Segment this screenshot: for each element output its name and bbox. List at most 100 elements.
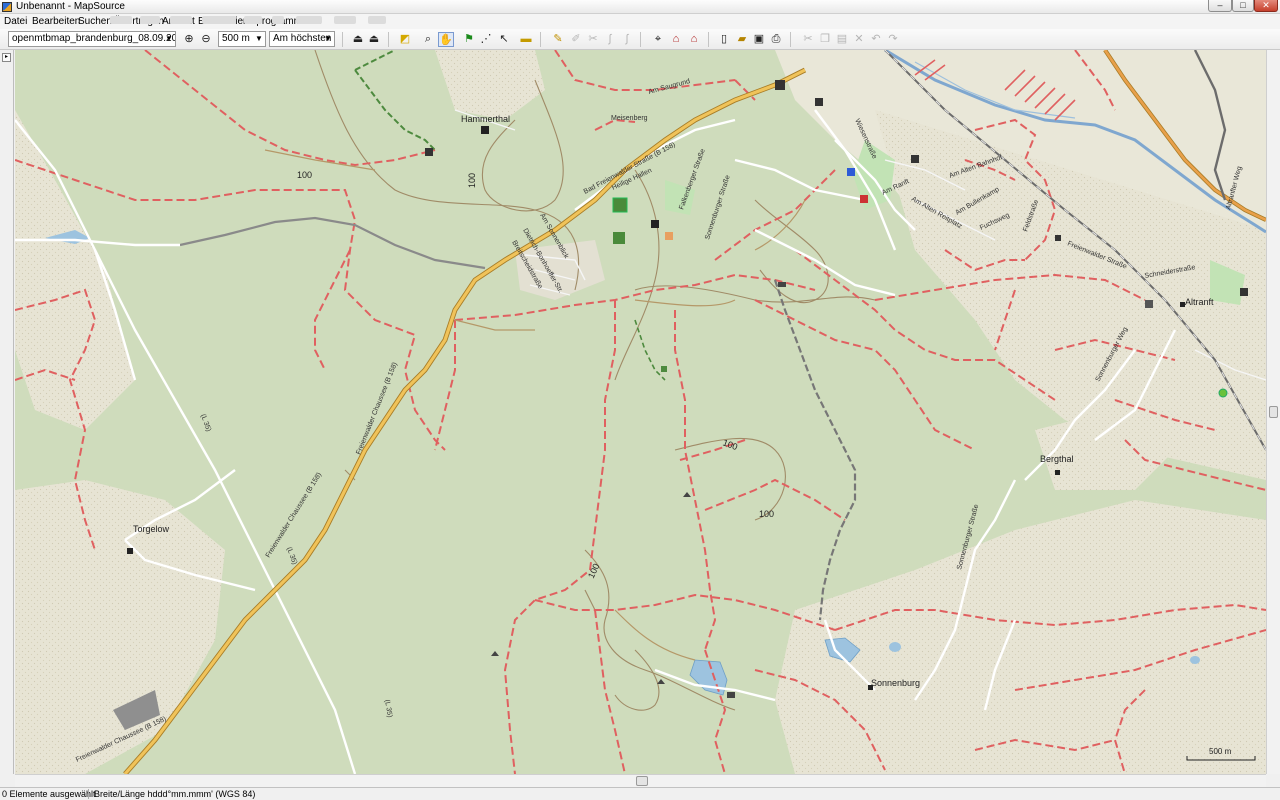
delete-icon[interactable]: ✕ (851, 32, 867, 47)
poi-icon[interactable] (1055, 235, 1061, 241)
vertical-scroll-thumb[interactable] (1269, 406, 1278, 418)
paste-icon[interactable]: ▤ (834, 32, 850, 47)
poi-icon[interactable] (847, 168, 855, 176)
chevron-down-icon: ▼ (165, 34, 173, 43)
menu-bar: Datei Bearbeiten Suchen Übertragen Ansic… (0, 14, 1280, 29)
poi-icon[interactable] (1145, 300, 1153, 308)
hand-tool-icon[interactable]: ✋ (438, 32, 454, 47)
redo-icon[interactable]: ↷ (885, 32, 901, 47)
find-icon[interactable]: ⌖ (650, 32, 666, 47)
place-label-altranft[interactable]: Altranft (1185, 297, 1214, 307)
vertical-scrollbar[interactable] (1266, 50, 1280, 774)
poi-icon[interactable] (1218, 388, 1228, 398)
toolbar-separator (540, 32, 541, 47)
track-join-icon[interactable]: ∫ (602, 32, 618, 47)
status-coord-format: Breite/Länge hddd°mm.mmm' (WGS 84) (94, 789, 256, 799)
place-label-bergthal[interactable]: Bergthal (1040, 454, 1074, 464)
poi-icon[interactable] (727, 692, 735, 698)
street-label: Meisenberg (611, 115, 648, 122)
status-divider (88, 789, 89, 799)
title-bar: Unbenannt - MapSource – □ ✕ (0, 0, 1280, 14)
pond (1190, 656, 1200, 664)
new-icon[interactable]: ▯ (716, 32, 732, 47)
zoom-out-icon[interactable]: ⊖ (198, 32, 214, 47)
poi-icon[interactable] (651, 220, 659, 228)
poi-icon[interactable] (860, 195, 868, 203)
toolbar-separator (708, 32, 709, 47)
ghost-menu-entry (110, 16, 132, 24)
map-product-value: openmtbmap_brandenburg_08.09.2012 (12, 33, 176, 44)
ghost-menu-entry (202, 16, 236, 24)
poi-icon[interactable] (911, 155, 919, 163)
close-button[interactable]: ✕ (1254, 0, 1278, 12)
status-selection: 0 Elemente ausgewählt (2, 789, 96, 799)
selection-tool-icon[interactable]: ↖ (496, 32, 512, 47)
toolbar-separator (640, 32, 641, 47)
track-filter-icon[interactable]: ∫ (619, 32, 635, 47)
poi-icon[interactable] (613, 232, 625, 244)
ghost-menu-entry (272, 16, 284, 24)
track-draw-icon[interactable]: ✎ (550, 32, 566, 47)
poi-icon[interactable] (127, 548, 133, 554)
map-product-select[interactable]: openmtbmap_brandenburg_08.09.2012 ▼ (8, 31, 176, 47)
print-icon[interactable]: ⎙ (768, 32, 784, 47)
poi-icon[interactable] (815, 98, 823, 106)
menu-suchen[interactable]: Suchen (78, 15, 112, 28)
map-select-icon[interactable]: ◩ (397, 32, 413, 47)
chevron-down-icon: ▼ (324, 34, 332, 43)
contour-label: 100 (467, 173, 477, 188)
toolbar: openmtbmap_brandenburg_08.09.2012 ▼ ⊕ ⊖ … (0, 29, 1280, 50)
ghost-menu-entry (296, 16, 322, 24)
toolbar-separator (388, 32, 389, 47)
poi-icon[interactable] (612, 197, 628, 213)
status-bar: 0 Elemente ausgewählt Breite/Länge hddd°… (0, 787, 1280, 800)
find-places-icon[interactable]: ⌂ (668, 32, 684, 47)
open-icon[interactable]: ▰ (734, 32, 750, 47)
expand-panel-icon[interactable]: ▸ (2, 53, 11, 62)
waypoint-tool-icon[interactable]: ⚑ (461, 32, 477, 47)
maximize-button[interactable]: □ (1232, 0, 1254, 12)
mapsource-app-icon[interactable] (2, 2, 12, 12)
poi-icon[interactable] (665, 232, 673, 240)
ghost-menu-entry (140, 16, 160, 24)
topo-map: Hammerthal Torgelow Bergthal Sonnenburg … (15, 50, 1266, 774)
receive-from-device-icon[interactable]: ⏏ (350, 32, 366, 47)
place-label-sonnenburg[interactable]: Sonnenburg (871, 678, 920, 688)
horizontal-scrollbar[interactable] (15, 774, 1266, 787)
copy-icon[interactable]: ❐ (817, 32, 833, 47)
find-nearest-icon[interactable]: ⌂ (686, 32, 702, 47)
save-icon[interactable]: ▣ (751, 32, 767, 47)
measure-icon[interactable]: ▬ (518, 32, 534, 47)
ghost-menu-entry (368, 16, 386, 24)
zoom-scale-select[interactable]: 500 m ▼ (218, 31, 266, 47)
menu-datei[interactable]: Datei (4, 15, 27, 28)
hut-icon[interactable] (481, 126, 489, 134)
map-view[interactable]: Hammerthal Torgelow Bergthal Sonnenburg … (15, 50, 1266, 774)
place-label-torgelow[interactable]: Torgelow (133, 524, 170, 534)
track-divide-icon[interactable]: ✂ (585, 32, 601, 47)
pond (889, 642, 901, 652)
zoom-tool-icon[interactable]: ⌕ (420, 32, 436, 47)
poi-icon[interactable] (1240, 288, 1248, 296)
poi-icon[interactable] (425, 148, 433, 156)
undo-icon[interactable]: ↶ (868, 32, 884, 47)
minimize-button[interactable]: – (1208, 0, 1232, 12)
contour-label: 100 (297, 170, 312, 180)
place-label-hammerthal[interactable]: Hammerthal (461, 114, 510, 124)
menu-bearbeiten[interactable]: Bearbeiten (32, 15, 80, 28)
collapsed-side-panel: ▸ (0, 50, 14, 774)
poi-icon[interactable] (661, 366, 667, 372)
horizontal-scroll-thumb[interactable] (636, 776, 648, 786)
route-tool-icon[interactable]: ⋰ (478, 32, 494, 47)
zoom-scale-value: 500 m (222, 33, 250, 44)
send-to-device-icon[interactable]: ⏏ (366, 32, 382, 47)
detail-level-select[interactable]: Am höchsten ▼ (269, 31, 335, 47)
cut-icon[interactable]: ✂ (800, 32, 816, 47)
track-erase-icon[interactable]: ✐ (568, 32, 584, 47)
zoom-in-icon[interactable]: ⊕ (181, 32, 197, 47)
poi-icon[interactable] (778, 282, 786, 287)
poi-icon[interactable] (775, 80, 785, 90)
chevron-down-icon: ▼ (255, 34, 263, 43)
poi-icon[interactable] (1055, 470, 1060, 475)
ghost-menu-entry (334, 16, 356, 24)
